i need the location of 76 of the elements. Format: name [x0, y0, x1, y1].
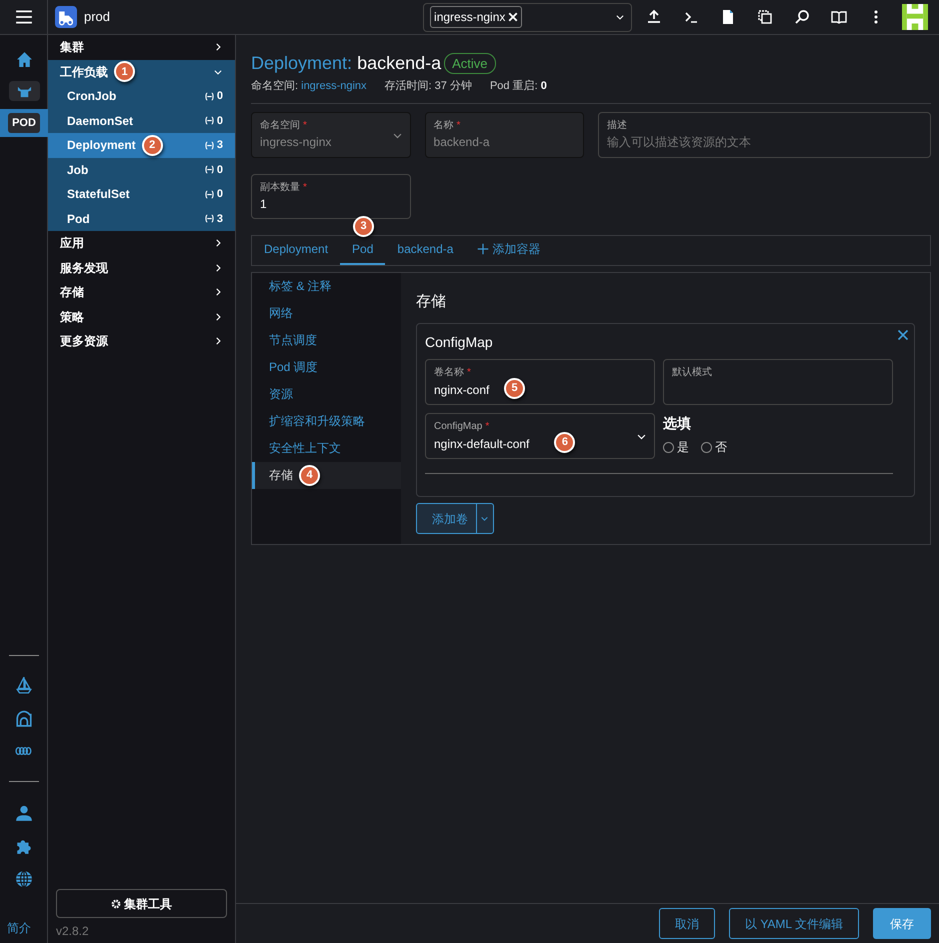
- gear-icon: [111, 898, 121, 908]
- home-icon[interactable]: [16, 50, 32, 68]
- field-label: 名称 *: [434, 118, 460, 132]
- namespace-link[interactable]: ingress-nginx: [301, 80, 367, 92]
- cluster-name: prod: [84, 8, 110, 26]
- nav-group[interactable]: 应用: [48, 231, 235, 256]
- book-icon[interactable]: [831, 9, 848, 25]
- add-volume-button[interactable]: 添加卷: [416, 503, 494, 534]
- search-icon[interactable]: [794, 9, 810, 25]
- radio-option[interactable]: 是: [663, 438, 689, 456]
- field-label: 副本数量 *: [260, 180, 307, 194]
- resource-icon: [204, 214, 214, 224]
- cluster-tools-button[interactable]: 集群工具: [56, 889, 227, 918]
- field-label: 命名空间 *: [260, 118, 307, 132]
- optional-label: 选填: [663, 414, 692, 433]
- nav-item[interactable]: Job 0: [48, 158, 235, 182]
- footer-button[interactable]: 以 YAML 文件编辑: [728, 908, 859, 939]
- radio-option[interactable]: 否: [701, 438, 727, 456]
- add-container-tab[interactable]: 添加容器: [465, 236, 552, 264]
- footer-button[interactable]: 取消: [658, 908, 715, 939]
- cluster-icon-button[interactable]: [8, 81, 40, 101]
- field-label: 默认模式: [672, 366, 712, 380]
- copy-icon[interactable]: [757, 9, 774, 25]
- resource-icon: [204, 116, 214, 126]
- field-label: 卷名称 *: [434, 366, 471, 380]
- side-tab[interactable]: 安全性上下文: [252, 434, 401, 462]
- side-tab[interactable]: Pod 调度: [252, 354, 401, 380]
- meta-text: 命名空间: ingress-nginx: [251, 78, 367, 94]
- nav-item[interactable]: CronJob 0: [48, 84, 235, 108]
- tab[interactable]: backend-a: [385, 236, 466, 264]
- nav-item[interactable]: DaemonSet 0: [48, 108, 235, 133]
- default-mode-field[interactable]: [663, 359, 893, 405]
- resource-icon: [204, 140, 214, 150]
- nav-item[interactable]: StatefulSet 0: [48, 182, 235, 206]
- side-tab[interactable]: 存储 4: [252, 462, 401, 488]
- meta-text: 存活时间: 37 分钟: [384, 79, 472, 94]
- nav-group[interactable]: 工作负载 1: [48, 60, 235, 84]
- globe-icon[interactable]: [14, 870, 32, 888]
- nav-group[interactable]: 存储: [48, 280, 235, 304]
- building-icon[interactable]: [14, 709, 32, 727]
- namespace-chip[interactable]: ingress-nginx: [430, 6, 522, 28]
- meta-text: Pod 重启: 0: [490, 78, 547, 94]
- side-tab[interactable]: 节点调度: [252, 326, 401, 354]
- nav-item[interactable]: Pod 3: [48, 206, 235, 231]
- page-title: Deployment: backend-a: [251, 52, 442, 75]
- tab[interactable]: Deployment: [252, 236, 340, 264]
- cluster-badge[interactable]: POD: [8, 112, 40, 134]
- status-badge: Active: [444, 52, 496, 74]
- nav-group[interactable]: 服务发现: [48, 256, 235, 280]
- nav-group[interactable]: 更多资源: [48, 329, 235, 354]
- resource-icon: [204, 190, 214, 199]
- upload-icon[interactable]: [646, 9, 662, 25]
- resource-icon: [204, 92, 214, 101]
- side-tab[interactable]: 网络: [252, 300, 401, 326]
- field-label: 描述: [607, 118, 628, 132]
- version-label: v2.8.2: [55, 923, 90, 940]
- about-link[interactable]: 简介: [0, 919, 31, 937]
- card-title: ConfigMap: [425, 333, 493, 352]
- plus-icon: [477, 243, 490, 255]
- step-marker: 4: [299, 464, 320, 486]
- nav-group[interactable]: 集群: [48, 35, 235, 60]
- nav-group[interactable]: 策略: [48, 304, 235, 329]
- section-title: 存储: [416, 292, 447, 312]
- side-tab[interactable]: 资源: [252, 380, 401, 408]
- nav-item[interactable]: Deployment 2 3: [48, 133, 235, 158]
- step-marker: 1: [114, 61, 135, 82]
- side-tab[interactable]: 标签 & 注释: [252, 272, 401, 300]
- step-marker: 2: [142, 134, 163, 156]
- resource-icon: [204, 165, 214, 174]
- side-tab[interactable]: 扩缩容和升级策略: [252, 408, 401, 434]
- sailboat-icon[interactable]: [14, 676, 32, 694]
- user-icon[interactable]: [14, 804, 32, 822]
- namespace-filter[interactable]: ingress-nginx: [423, 2, 632, 32]
- field-label: ConfigMap *: [434, 420, 490, 434]
- truck-icon: [54, 6, 78, 28]
- menu-icon[interactable]: [14, 8, 32, 26]
